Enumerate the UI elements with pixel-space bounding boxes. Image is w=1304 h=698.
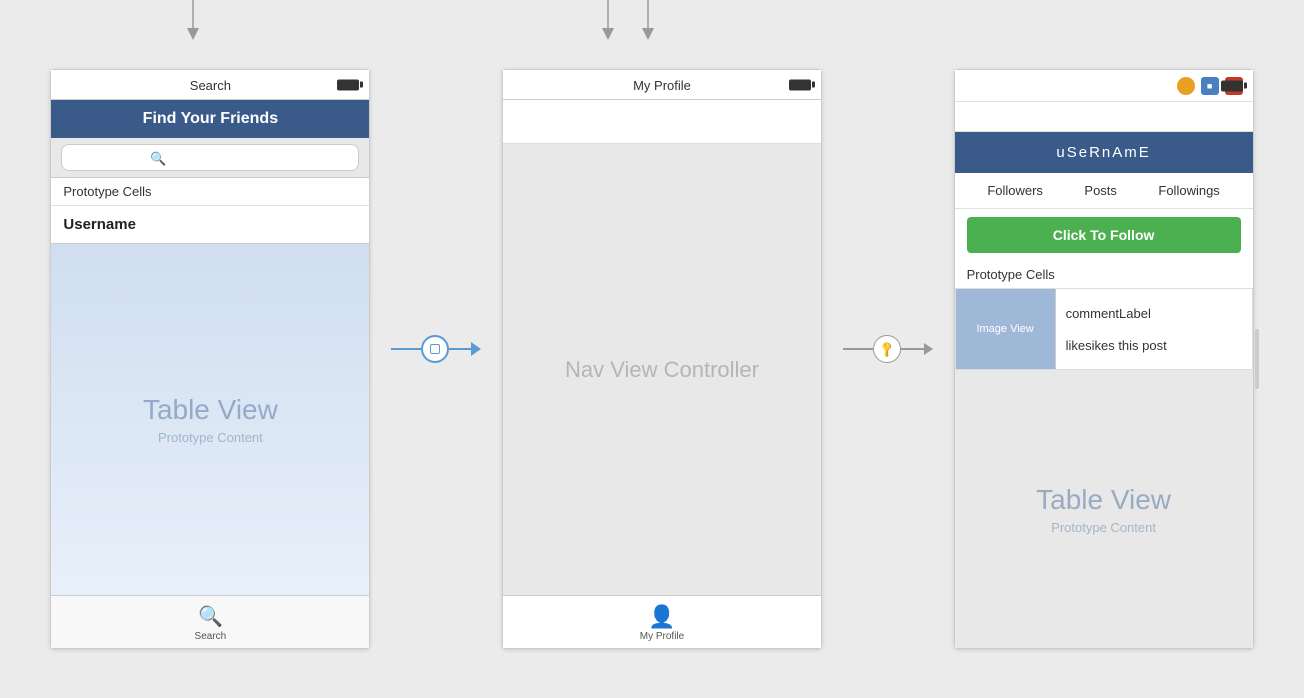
screen1-title: Search xyxy=(190,78,231,93)
post-info: commentLabel likesikes this post xyxy=(1056,289,1177,369)
post-row: Image View commentLabel likesikes this p… xyxy=(955,288,1253,370)
arrow-screen2b xyxy=(638,0,658,42)
image-view-box: Image View xyxy=(956,289,1056,369)
battery-icon-3 xyxy=(1221,80,1243,91)
scrollbar-indicator xyxy=(1255,329,1259,389)
arrow-screen1 xyxy=(183,0,203,42)
screen3-frame: ■ ■ uSeRnAmE Followers Posts Followings … xyxy=(954,69,1254,649)
screen1-title-bar: Search xyxy=(51,70,369,100)
table-view-sub-3: Prototype Content xyxy=(1051,520,1156,535)
toolbar-blue-icon[interactable]: ■ xyxy=(1201,77,1219,95)
connector2-circle: 🔑 xyxy=(873,335,901,363)
connector1-line2 xyxy=(449,348,471,350)
search-tab-icon[interactable]: 🔍 xyxy=(198,604,223,629)
table-view-sub-1: Prototype Content xyxy=(158,430,263,445)
screen3-nav-bar xyxy=(955,102,1253,132)
search-bar-container: 🔍 xyxy=(51,138,369,178)
connector2-line2 xyxy=(901,348,924,350)
my-profile-label: My Profile xyxy=(640,631,684,642)
nav-view-label: Nav View Controller xyxy=(565,357,759,383)
table-view-title-3: Table View xyxy=(1036,484,1171,516)
connector1-line1 xyxy=(391,348,421,350)
toolbar-orange-icon[interactable] xyxy=(1177,77,1195,95)
nav-view-body: Nav View Controller xyxy=(503,144,821,595)
connector2-line1 xyxy=(843,348,873,350)
comment-label: commentLabel xyxy=(1066,306,1167,321)
table-view-3: Table View Prototype Content xyxy=(955,370,1253,648)
tab-label-1: Search xyxy=(195,631,227,642)
screen2-top-bar xyxy=(503,100,821,144)
follow-button[interactable]: Click To Follow xyxy=(967,217,1241,253)
followings-label: Followings xyxy=(1158,183,1219,198)
posts-label: Posts xyxy=(1084,183,1117,198)
search-icon: 🔍 xyxy=(150,151,166,167)
connector1-circle xyxy=(421,335,449,363)
search-input[interactable] xyxy=(61,144,359,171)
prototype-cells-label3: Prototype Cells xyxy=(955,261,1253,288)
followers-label: Followers xyxy=(987,183,1043,198)
screen1-nav-title: Find Your Friends xyxy=(143,110,278,127)
tab-bar-1: 🔍 Search xyxy=(51,595,369,648)
screen2-frame: My Profile Nav View Controller 👤 My Prof… xyxy=(502,69,822,649)
key-icon: 🔑 xyxy=(877,340,896,359)
screen2-title-bar: My Profile xyxy=(503,70,821,100)
image-view-label: Image View xyxy=(976,323,1033,335)
stats-row: Followers Posts Followings xyxy=(955,173,1253,209)
table-view-1: Table View Prototype Content xyxy=(51,244,369,595)
screen2-title: My Profile xyxy=(633,78,691,93)
connector1-square-icon xyxy=(430,344,440,354)
likes-label: likesikes this post xyxy=(1066,338,1167,353)
screen1-frame: Search Find Your Friends 🔍 Prototype Cel… xyxy=(50,69,370,649)
table-view-title-1: Table View xyxy=(143,394,278,426)
connector1 xyxy=(391,335,481,363)
screen1-nav-bar: Find Your Friends xyxy=(51,100,369,138)
storyboard-canvas: Search Find Your Friends 🔍 Prototype Cel… xyxy=(0,0,1304,698)
screen2-bottom-bar: 👤 My Profile xyxy=(503,595,821,648)
person-icon: 👤 xyxy=(648,604,675,630)
username-bar: uSeRnAmE xyxy=(955,132,1253,173)
prototype-cells-label1: Prototype Cells xyxy=(51,178,369,206)
battery-icon xyxy=(337,79,359,90)
screen3-topbar: ■ ■ xyxy=(955,70,1253,102)
connector1-arrow xyxy=(471,342,481,356)
arrow-screen2a xyxy=(598,0,618,42)
username-row: Username xyxy=(51,206,369,244)
battery-icon-2 xyxy=(789,79,811,90)
connector2-arrow xyxy=(924,343,933,355)
connector2: 🔑 xyxy=(843,335,933,363)
